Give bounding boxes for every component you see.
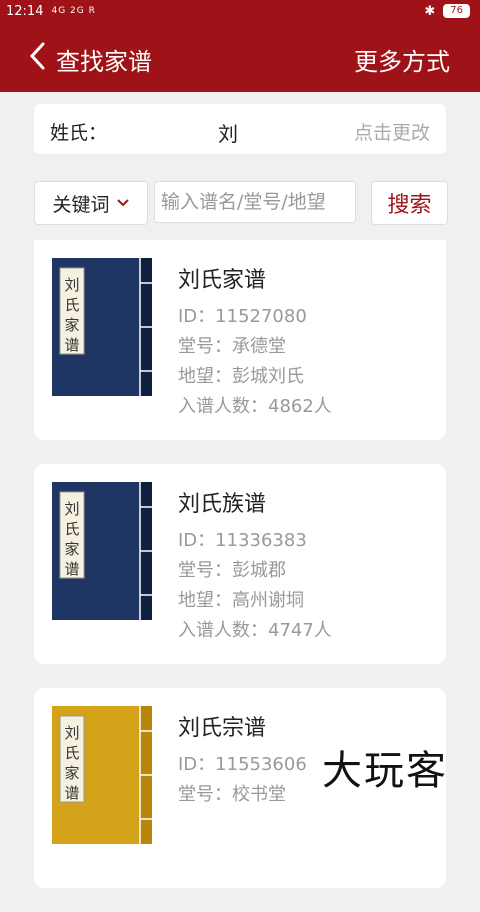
keyword-dropdown[interactable]: 关键词: [34, 181, 148, 225]
genealogy-title: 刘氏宗谱: [178, 716, 267, 741]
app-header: 查找家谱 更多方式: [0, 22, 480, 92]
change-surname-link[interactable]: 点击更改: [354, 118, 430, 145]
page-title[interactable]: 查找家谱: [56, 42, 152, 77]
genealogy-hall: 堂号：校书堂: [178, 784, 286, 805]
genealogy-location: 地望：高州谢垌: [178, 590, 304, 611]
genealogy-location: 地望：彭城刘氏: [178, 366, 304, 387]
status-time: 12:14: [6, 3, 44, 19]
keyword-dropdown-label: 关键词: [52, 193, 110, 216]
genealogy-card[interactable]: 刘氏家谱 刘氏族谱 ID：11336383 堂号：彭城郡 地望：高州谢垌 入谱人…: [34, 464, 446, 664]
genealogy-id: ID：11336383: [178, 530, 307, 551]
search-input[interactable]: [154, 181, 356, 223]
svg-text:刘: 刘: [64, 724, 79, 742]
genealogy-id: ID：11553606: [178, 754, 307, 775]
status-bar: 12:14 4G 2G R ✱ 76: [0, 0, 480, 22]
genealogy-hall: 堂号：彭城郡: [178, 560, 286, 581]
svg-text:氏: 氏: [64, 520, 79, 538]
battery-icon: 76: [443, 4, 470, 18]
bluetooth-icon: ✱: [424, 3, 436, 19]
genealogy-hall: 堂号：承德堂: [178, 336, 286, 357]
genealogy-title: 刘氏家谱: [178, 268, 267, 293]
svg-text:家: 家: [64, 540, 79, 558]
search-button[interactable]: 搜索: [371, 181, 448, 225]
surname-value: 刘: [218, 122, 238, 146]
status-right: ✱ 76: [424, 4, 470, 19]
svg-text:家: 家: [64, 764, 79, 782]
svg-text:氏: 氏: [64, 296, 79, 314]
svg-text:谱: 谱: [64, 784, 79, 802]
signal-icon: 4G 2G R: [51, 6, 96, 16]
genealogy-card[interactable]: 刘氏家谱 刘氏家谱 ID：11527080 堂号：承德堂 地望：彭城刘氏 入谱人…: [34, 240, 446, 440]
genealogy-id: ID：11527080: [178, 306, 307, 327]
watermark-logo: 大玩客: [322, 748, 448, 794]
svg-text:氏: 氏: [64, 744, 79, 762]
genealogy-title: 刘氏族谱: [178, 492, 267, 517]
svg-text:家: 家: [64, 316, 79, 334]
book-cover-icon: 刘氏家谱: [52, 482, 152, 620]
svg-text:刘: 刘: [64, 500, 79, 518]
chevron-down-icon: [116, 199, 129, 207]
more-options-button[interactable]: 更多方式: [354, 42, 450, 77]
book-cover-icon: 刘氏家谱: [52, 258, 152, 396]
genealogy-count: 入谱人数：4862人: [178, 396, 332, 417]
svg-text:谱: 谱: [64, 560, 79, 578]
surname-selector[interactable]: 姓氏： 刘 点击更改: [34, 104, 446, 154]
svg-text:谱: 谱: [64, 336, 79, 354]
genealogy-count: 入谱人数：4747人: [178, 620, 332, 641]
search-bar: 关键词 搜索: [34, 181, 448, 225]
back-icon[interactable]: [28, 40, 48, 72]
result-list: 刘氏家谱 刘氏家谱 ID：11527080 堂号：承德堂 地望：彭城刘氏 入谱人…: [34, 240, 446, 912]
surname-label: 姓氏：: [50, 122, 108, 144]
book-cover-icon: 刘氏家谱: [52, 706, 152, 844]
svg-text:刘: 刘: [64, 276, 79, 294]
